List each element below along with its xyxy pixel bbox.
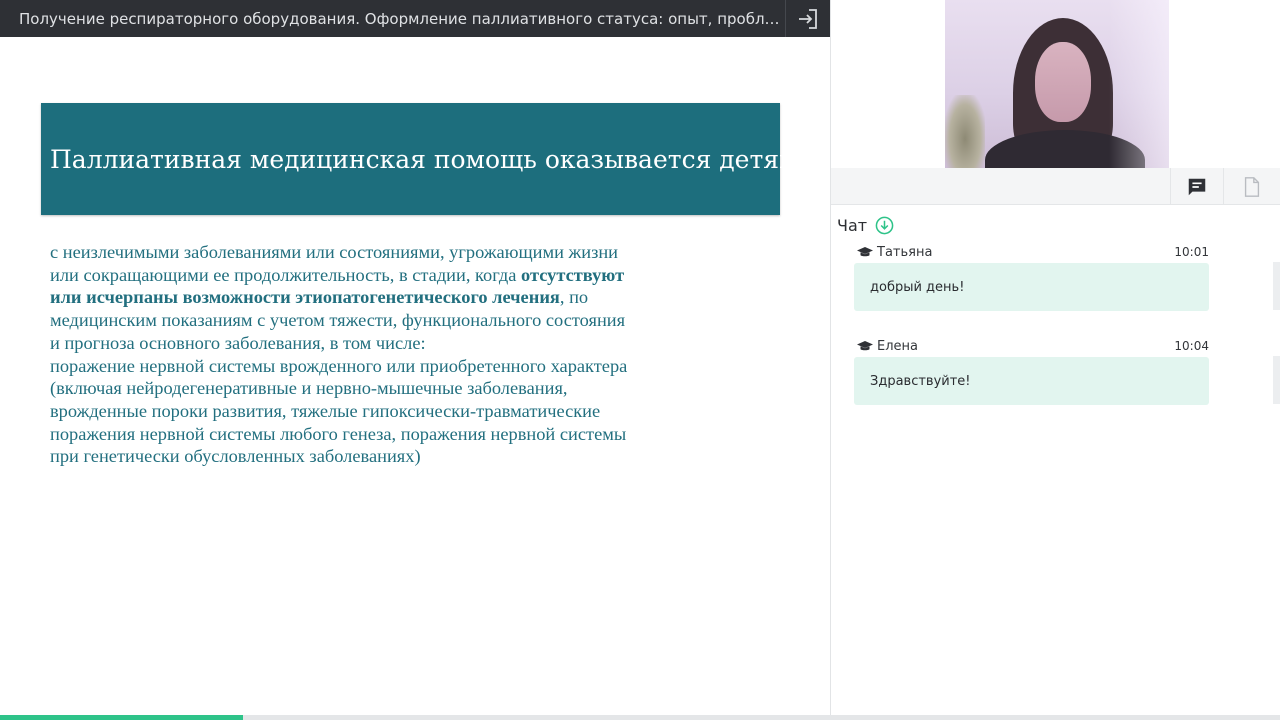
message-author: Елена: [877, 338, 918, 354]
chat-icon: [1188, 178, 1206, 195]
slide-line: медицинским показаниям с учетом тяжести,…: [50, 310, 626, 331]
message-meta: Татьяна 10:01: [857, 244, 1209, 260]
document-icon: [1244, 176, 1260, 197]
chat-scroll-marker: [1273, 262, 1280, 310]
chat-header: Чат: [837, 214, 894, 236]
presentation-header: Получение респираторного оборудования. О…: [0, 0, 830, 37]
speaker-video: [945, 0, 1169, 168]
message-time: 10:01: [1174, 245, 1209, 259]
side-panel-tabs: [831, 168, 1280, 205]
tab-chat[interactable]: [1170, 168, 1224, 205]
message-text: Здравствуйте!: [870, 373, 971, 389]
pane-divider: [830, 0, 831, 720]
slide-line: при генетически обусловленных заболевани…: [50, 446, 421, 467]
chat-message: Татьяна 10:01 добрый день!: [854, 244, 1209, 311]
chat-message: Елена 10:04 Здравствуйте!: [854, 338, 1209, 405]
message-bubble: добрый день!: [854, 263, 1209, 311]
slide-line: поражения нервной системы любого генеза,…: [50, 423, 627, 444]
slide-body: с неизлечимыми заболеваниями или состоян…: [50, 241, 710, 468]
slide-line: или исчерпаны возможности этиопатогенети…: [50, 287, 589, 308]
slide-line: с неизлечимыми заболеваниями или состоян…: [50, 242, 619, 262]
chat-title: Чат: [837, 215, 868, 235]
exit-icon: [799, 8, 817, 29]
slide-line: поражение нервной системы врожденного ил…: [50, 355, 628, 376]
slide-line: (включая нейродегенеративные и нервно-мы…: [50, 378, 568, 399]
presentation-slide: Паллиативная медицинская помощь оказывае…: [0, 37, 830, 715]
exit-button[interactable]: [785, 0, 830, 37]
chat-scroll-marker: [1273, 356, 1280, 404]
slide-heading-banner: Паллиативная медицинская помощь оказывае…: [41, 103, 799, 215]
slide-line: врожденные пороки развития, тяжелые гипо…: [50, 400, 601, 421]
slide-heading: Паллиативная медицинская помощь оказывае…: [50, 144, 799, 174]
slide-line: или сокращающими ее продолжительность, в…: [50, 264, 625, 285]
graduation-cap-icon: [857, 341, 873, 351]
message-time: 10:04: [1174, 339, 1209, 353]
graduation-cap-icon: [857, 247, 873, 257]
message-bubble: Здравствуйте!: [854, 357, 1209, 405]
download-icon[interactable]: [875, 216, 894, 235]
message-author: Татьяна: [877, 244, 933, 260]
tab-documents[interactable]: [1225, 168, 1279, 205]
message-text: добрый день!: [870, 279, 965, 295]
slide-line: и прогноза основного заболевания, в том …: [50, 332, 426, 353]
presentation-title: Получение респираторного оборудования. О…: [19, 9, 786, 28]
message-meta: Елена 10:04: [857, 338, 1209, 354]
presentation-progress-bar: [0, 715, 243, 720]
